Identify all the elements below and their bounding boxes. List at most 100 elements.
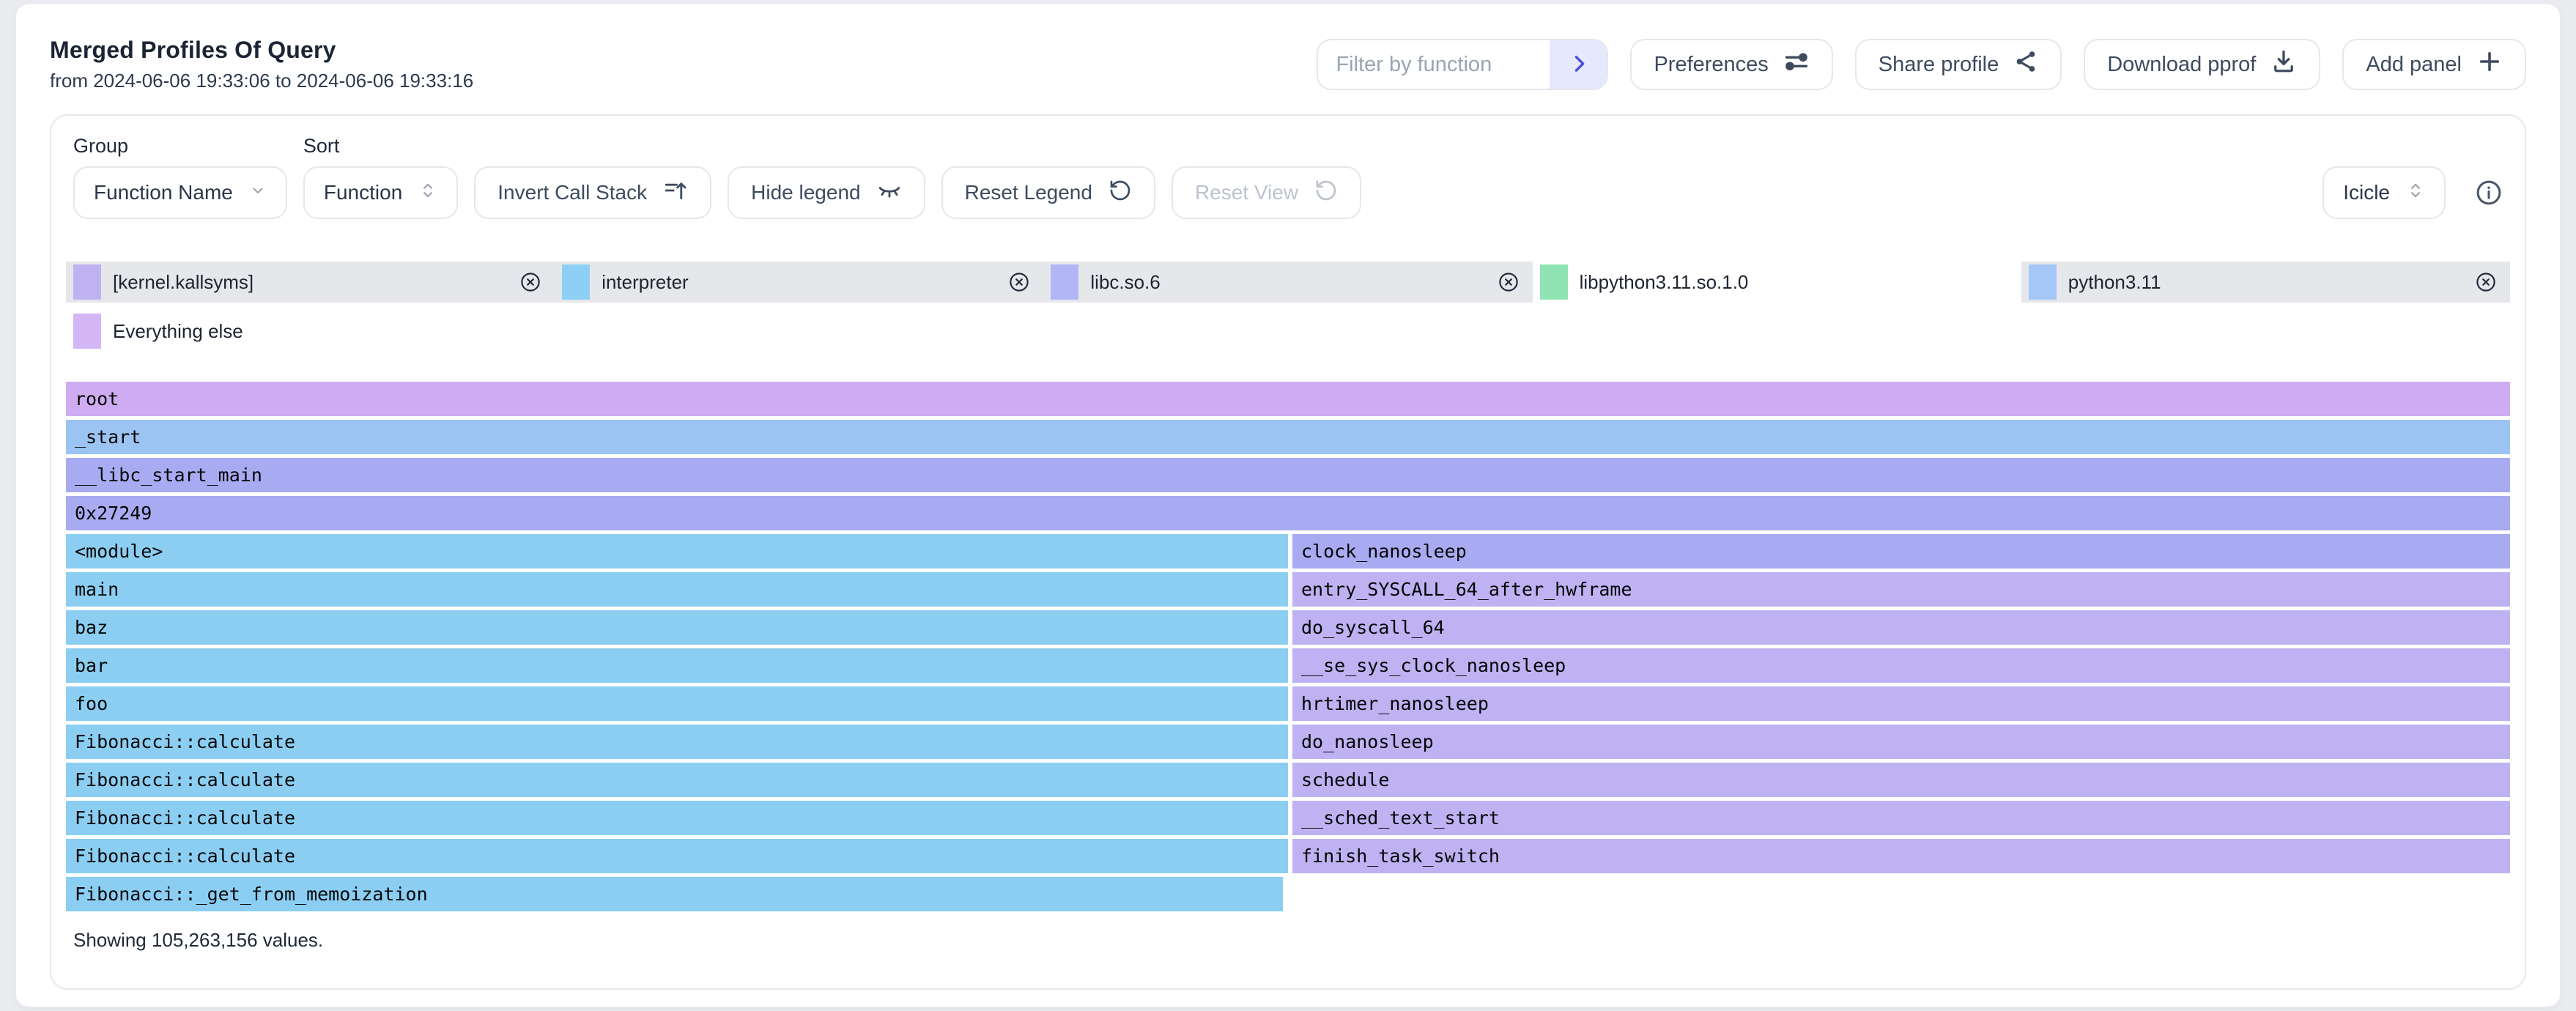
group-control: Group Function Name [73, 135, 287, 219]
header-titles: Merged Profiles Of Query from 2024-06-06… [50, 37, 473, 92]
flame-frame[interactable]: bar [66, 648, 1288, 683]
flame-frame[interactable]: root [66, 382, 2510, 416]
rotate-ccw-icon [1109, 179, 1132, 207]
chevrons-up-down-icon [418, 181, 437, 205]
x-circle-icon [1008, 271, 1030, 293]
legend-swatch [73, 314, 101, 349]
legend-remove-button[interactable] [1008, 271, 1030, 293]
rotate-ccw-icon [1314, 179, 1338, 207]
share-profile-button[interactable]: Share profile [1855, 39, 2062, 90]
legend-remove-button[interactable] [1498, 271, 1520, 293]
info-icon[interactable] [2475, 179, 2503, 207]
flame-row: __libc_start_main [66, 458, 2510, 492]
legend-swatch [562, 264, 590, 300]
flame-frame[interactable]: <module> [66, 534, 1288, 569]
legend: [kernel.kallsyms] interpreter libc.so.6 lib… [66, 262, 2510, 303]
header: Merged Profiles Of Query from 2024-06-06… [50, 37, 2526, 92]
flame-frame[interactable]: finish_task_switch [1292, 839, 2510, 873]
flame-frame[interactable]: schedule [1292, 763, 2510, 797]
flame-frame[interactable]: __se_sys_clock_nanosleep [1292, 648, 2510, 683]
filter-by-function-input[interactable] [1318, 40, 1550, 89]
legend-item-everything-else[interactable]: Everything else [66, 313, 2510, 349]
invert-call-stack-button[interactable]: Invert Call Stack [474, 166, 711, 219]
flame-row: _start [66, 420, 2510, 454]
flame-frame[interactable]: main [66, 572, 1288, 607]
toolbar: Group Function Name Sort Function [73, 135, 2503, 219]
flame-row: Fibonacci::calculate__sched_text_start [66, 801, 2510, 835]
flame-frame[interactable]: Fibonacci::calculate [66, 839, 1288, 873]
profiler-panel-card: Merged Profiles Of Query from 2024-06-06… [15, 4, 2561, 1007]
flame-row: <module>clock_nanosleep [66, 534, 2510, 569]
filter-submit-button[interactable] [1550, 40, 1607, 89]
reset-view-button[interactable]: Reset View [1172, 166, 1361, 219]
legend-swatch [1051, 264, 1078, 300]
sort-control: Sort Function [303, 135, 458, 219]
legend-item[interactable]: libpython3.11.so.1.0 [1533, 262, 2021, 303]
sort-label: Sort [303, 135, 458, 158]
group-by-select[interactable]: Function Name [73, 166, 287, 219]
flame-frame[interactable]: _start [66, 420, 2510, 454]
flame-frame[interactable]: baz [66, 610, 1288, 645]
flame-frame[interactable]: __sched_text_start [1292, 801, 2510, 835]
flame-frame[interactable]: Fibonacci::calculate [66, 763, 1288, 797]
values-summary: Showing 105,263,156 values. [66, 929, 2510, 952]
sort-by-value: Function [324, 181, 402, 204]
add-panel-button[interactable]: Add panel [2342, 39, 2526, 90]
hide-legend-button[interactable]: Hide legend [728, 166, 925, 219]
legend-swatch [1540, 264, 1568, 300]
flame-frame[interactable]: do_nanosleep [1292, 725, 2510, 759]
preferences-button[interactable]: Preferences [1630, 39, 1832, 90]
legend-item[interactable]: [kernel.kallsyms] [66, 262, 555, 303]
flame-frame[interactable]: Fibonacci::_get_from_memoization [66, 877, 1283, 911]
legend-item-label: interpreter [602, 271, 689, 294]
flame-frame[interactable]: entry_SYSCALL_64_after_hwframe [1292, 572, 2510, 607]
toolbar-right: Icicle [2323, 166, 2503, 219]
plus-icon [2476, 48, 2503, 81]
time-range-subtitle: from 2024-06-06 19:33:06 to 2024-06-06 1… [50, 70, 473, 92]
flame-frame[interactable]: do_syscall_64 [1292, 610, 2510, 645]
hide-legend-label: Hide legend [751, 181, 860, 204]
legend-swatch [73, 264, 101, 300]
invert-call-stack-label: Invert Call Stack [497, 181, 647, 204]
flame-row: Fibonacci::calculateschedule [66, 763, 2510, 797]
flame-frame[interactable]: foo [66, 686, 1288, 721]
x-circle-icon [519, 271, 541, 293]
x-circle-icon [2475, 271, 2497, 293]
share-profile-label: Share profile [1879, 53, 1999, 77]
flame-row: foohrtimer_nanosleep [66, 686, 2510, 721]
download-pprof-button[interactable]: Download pprof [2084, 39, 2320, 90]
legend-item[interactable]: libc.so.6 [1043, 262, 1532, 303]
eye-off-icon [877, 178, 902, 208]
flame-row: Fibonacci::calculatefinish_task_switch [66, 839, 2510, 873]
visualization-panel: Group Function Name Sort Function [50, 114, 2526, 990]
x-circle-icon [1498, 271, 1520, 293]
add-panel-label: Add panel [2366, 53, 2462, 77]
flame-row: Fibonacci::calculatedo_nanosleep [66, 725, 2510, 759]
header-actions: Preferences Share profile [1317, 39, 2526, 90]
flame-row: root [66, 382, 2510, 416]
legend-item[interactable]: python3.11 [2021, 262, 2510, 303]
flame-frame[interactable]: hrtimer_nanosleep [1292, 686, 2510, 721]
chevron-right-icon [1566, 51, 1591, 78]
flame-frame[interactable]: __libc_start_main [66, 458, 2510, 492]
flame-frame[interactable]: 0x27249 [66, 496, 2510, 530]
sort-ascending-icon [663, 178, 688, 208]
flame-row: Fibonacci::_get_from_memoization [66, 877, 2510, 911]
share-icon [2013, 49, 2038, 80]
view-mode-value: Icicle [2343, 181, 2390, 204]
legend-item-label: libc.so.6 [1090, 271, 1160, 294]
legend-remove-button[interactable] [2475, 271, 2497, 293]
flame-frame[interactable]: clock_nanosleep [1292, 534, 2510, 569]
legend-item[interactable]: interpreter [555, 262, 1043, 303]
flame-frame[interactable]: Fibonacci::calculate [66, 801, 1288, 835]
chevrons-up-down-icon [2406, 181, 2425, 205]
preferences-label: Preferences [1654, 53, 1768, 77]
reset-legend-button[interactable]: Reset Legend [941, 166, 1155, 219]
legend-swatch [2029, 264, 2057, 300]
legend-remove-button[interactable] [519, 271, 541, 293]
flame-row: 0x27249 [66, 496, 2510, 530]
sort-by-select[interactable]: Function [303, 166, 458, 219]
legend-item-label: python3.11 [2068, 271, 2161, 294]
flame-frame[interactable]: Fibonacci::calculate [66, 725, 1288, 759]
view-mode-select[interactable]: Icicle [2323, 166, 2446, 219]
